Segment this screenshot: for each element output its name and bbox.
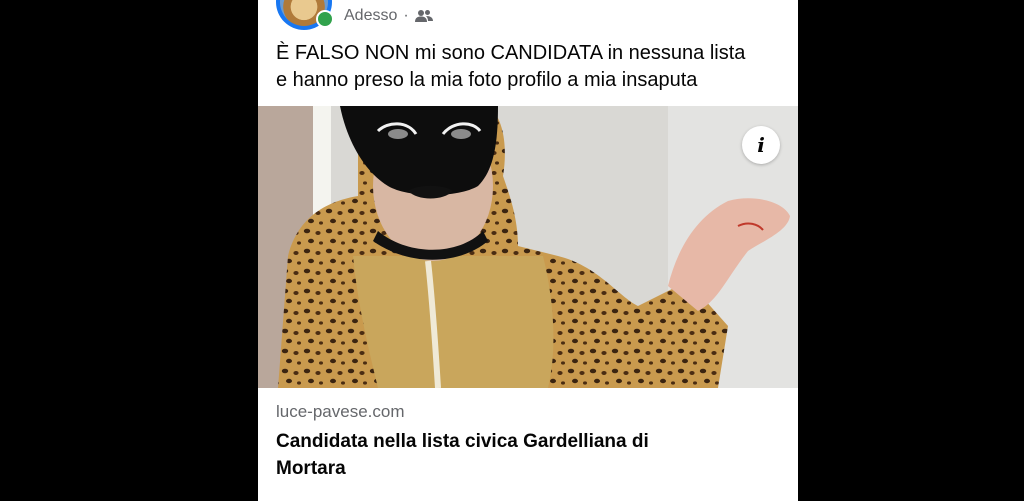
link-headline: Candidata nella lista civica Gardelliana…: [276, 428, 776, 482]
link-preview[interactable]: luce-pavese.com Candidata nella lista ci…: [258, 388, 798, 501]
link-domain: luce-pavese.com: [276, 402, 405, 421]
post-timestamp[interactable]: Adesso: [344, 7, 397, 25]
link-headline-line: Candidata nella lista civica Gardelliana…: [276, 431, 649, 452]
post-meta: Adesso ·: [344, 5, 433, 27]
meta-separator: ·: [403, 7, 409, 24]
post-text-line: È FALSO NON mi sono CANDIDATA in nessuna…: [276, 42, 746, 64]
post-text-line: e hanno preso la mia foto profilo a mia …: [276, 69, 698, 91]
link-preview-image[interactable]: i: [258, 106, 798, 388]
facebook-post-card: Adesso · È FALSO NON mi sono CANDIDATA i…: [258, 0, 798, 501]
friends-icon[interactable]: [414, 9, 433, 23]
costume-photo: [258, 106, 798, 388]
link-headline-line: Mortara: [276, 458, 346, 479]
post-text: È FALSO NON mi sono CANDIDATA in nessuna…: [276, 40, 786, 94]
info-button[interactable]: i: [742, 126, 780, 164]
online-status-dot: [316, 10, 334, 28]
info-icon: i: [757, 133, 765, 157]
